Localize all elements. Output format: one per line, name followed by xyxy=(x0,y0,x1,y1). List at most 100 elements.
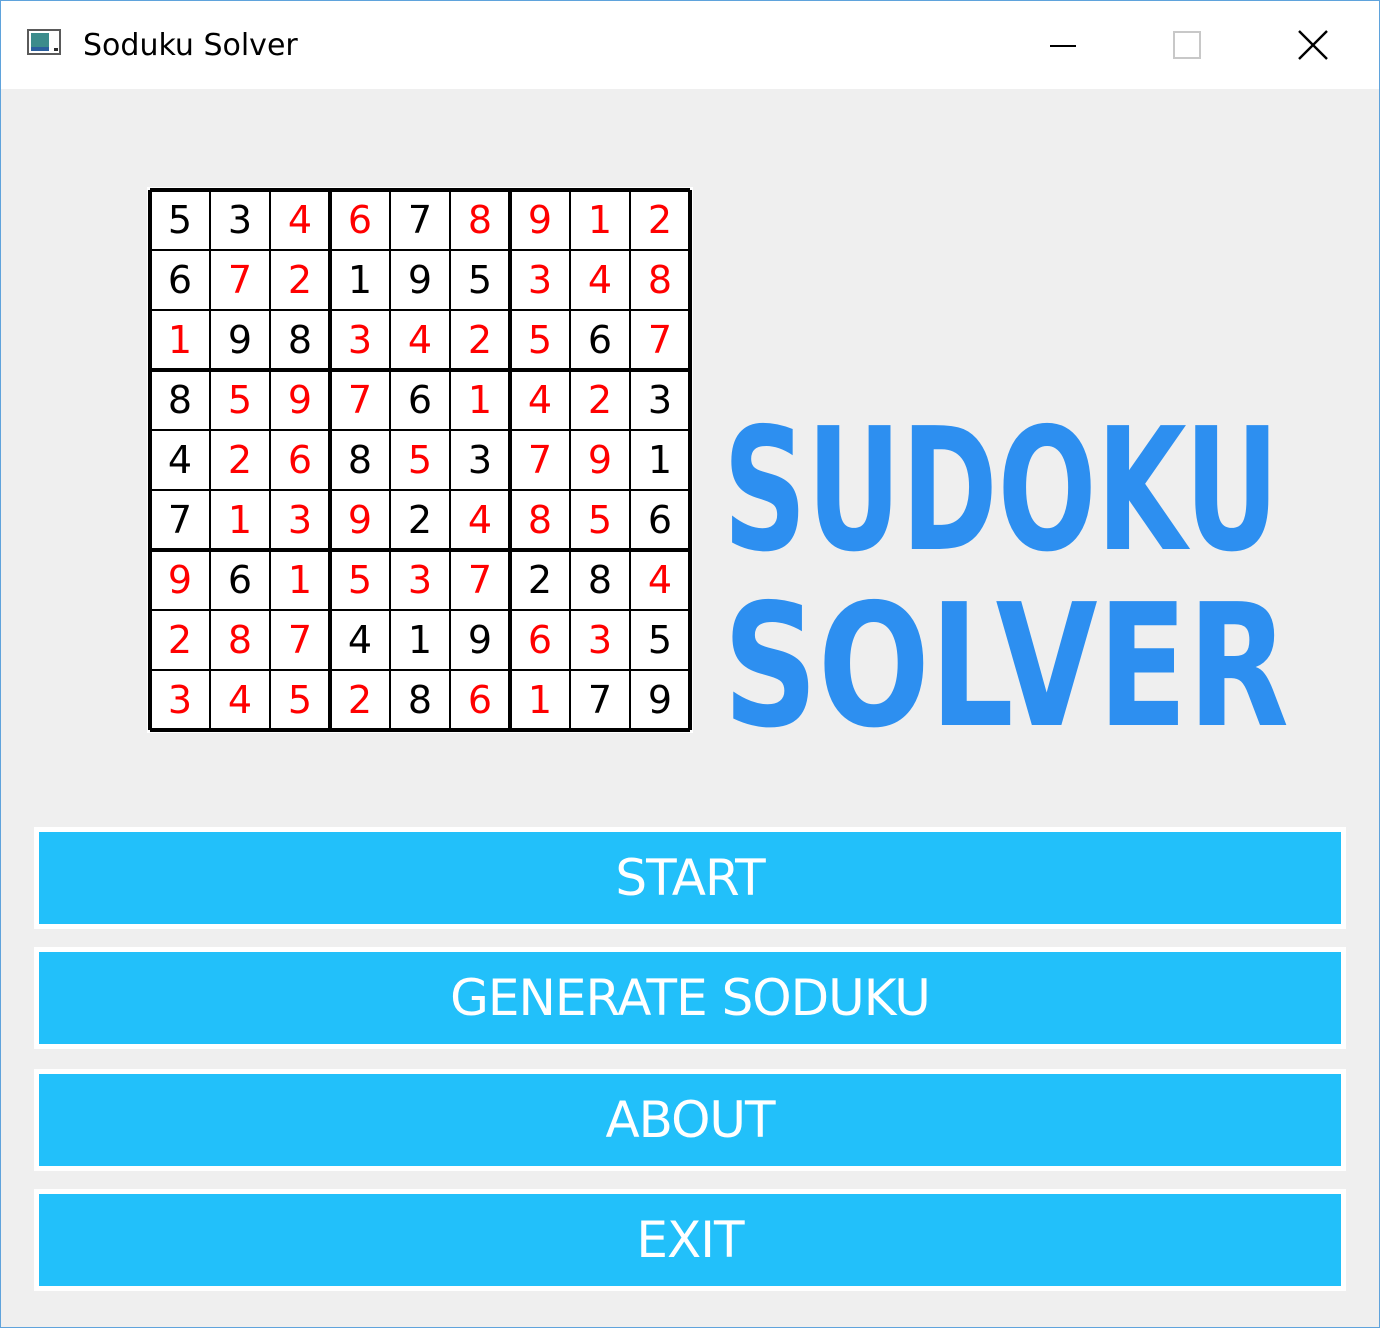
sudoku-cell-digit: 2 xyxy=(648,198,672,242)
sudoku-cell-digit: 9 xyxy=(528,198,552,242)
sudoku-cell-digit: 8 xyxy=(528,498,552,542)
sudoku-cell-digit: 4 xyxy=(588,258,612,302)
sudoku-cell-digit: 7 xyxy=(408,198,432,242)
sudoku-cell-digit: 1 xyxy=(408,618,432,662)
sudoku-cell-digit: 7 xyxy=(648,318,672,362)
maximize-button[interactable] xyxy=(1125,1,1249,89)
sudoku-cell-digit: 4 xyxy=(468,498,492,542)
sudoku-cell-digit: 1 xyxy=(648,438,672,482)
sudoku-cell-digit: 4 xyxy=(408,318,432,362)
sudoku-cell-digit: 7 xyxy=(288,618,312,662)
sudoku-cell-digit: 9 xyxy=(648,678,672,722)
sudoku-cell-digit: 5 xyxy=(168,198,192,242)
sudoku-cell-digit: 7 xyxy=(348,378,372,422)
window-title: Soduku Solver xyxy=(83,28,298,63)
sudoku-cell-digit: 4 xyxy=(288,198,312,242)
close-icon xyxy=(1298,30,1328,60)
sudoku-cell-digit: 2 xyxy=(468,318,492,362)
minimize-button[interactable] xyxy=(1001,1,1125,89)
close-button[interactable] xyxy=(1251,1,1375,89)
sudoku-cell-digit: 8 xyxy=(588,558,612,602)
sudoku-cell-digit: 2 xyxy=(408,498,432,542)
sudoku-cell-digit: 7 xyxy=(468,558,492,602)
sudoku-cell-digit: 6 xyxy=(588,318,612,362)
start-button[interactable]: START xyxy=(34,827,1346,929)
sudoku-cell-digit: 1 xyxy=(228,498,252,542)
sudoku-cell-digit: 9 xyxy=(348,498,372,542)
generate-soduku-button[interactable]: GENERATE SODUKU xyxy=(34,947,1346,1049)
sudoku-cell-digit: 5 xyxy=(408,438,432,482)
sudoku-cell-digit: 2 xyxy=(228,438,252,482)
sudoku-cell-digit: 3 xyxy=(588,618,612,662)
minimize-icon xyxy=(1050,45,1076,47)
about-button[interactable]: ABOUT xyxy=(34,1069,1346,1171)
sudoku-cell-digit: 1 xyxy=(288,558,312,602)
sudoku-cell-digit: 1 xyxy=(528,678,552,722)
sudoku-cell-digit: 9 xyxy=(168,558,192,602)
sudoku-cell-digit: 3 xyxy=(408,558,432,602)
sudoku-cell-digit: 9 xyxy=(408,258,432,302)
sudoku-cell-digit: 3 xyxy=(288,498,312,542)
sudoku-cell-digit: 4 xyxy=(528,378,552,422)
sudoku-cell-digit: 6 xyxy=(288,438,312,482)
logo-line-2: SOLVER xyxy=(723,568,1289,747)
sudoku-cell-digit: 9 xyxy=(588,438,612,482)
sudoku-cell-digit: 2 xyxy=(348,678,372,722)
sudoku-cell-digit: 7 xyxy=(168,498,192,542)
app-icon xyxy=(27,29,61,55)
sudoku-cell-digit: 5 xyxy=(228,378,252,422)
sudoku-cell-digit: 5 xyxy=(528,318,552,362)
sudoku-cell-digit: 9 xyxy=(468,618,492,662)
sudoku-cell-digit: 1 xyxy=(468,378,492,422)
title-bar[interactable]: Soduku Solver xyxy=(1,1,1379,89)
sudoku-cell-digit: 5 xyxy=(348,558,372,602)
sudoku-cell-digit: 8 xyxy=(168,378,192,422)
sudoku-cell-digit: 2 xyxy=(288,258,312,302)
sudoku-cell-digit: 5 xyxy=(288,678,312,722)
sudoku-cell-digit: 4 xyxy=(228,678,252,722)
sudoku-cell-digit: 5 xyxy=(588,498,612,542)
sudoku-cell-digit: 5 xyxy=(468,258,492,302)
sudoku-cell-digit: 7 xyxy=(228,258,252,302)
sudoku-cell-digit: 1 xyxy=(348,258,372,302)
sudoku-cell-digit: 7 xyxy=(528,438,552,482)
sudoku-cell-digit: 1 xyxy=(168,318,192,362)
sudoku-cell-digit: 5 xyxy=(648,618,672,662)
sudoku-cell-digit: 4 xyxy=(348,618,372,662)
sudoku-cell-digit: 8 xyxy=(408,678,432,722)
sudoku-cell-digit: 3 xyxy=(168,678,192,722)
sudoku-cell-digit: 2 xyxy=(528,558,552,602)
sudoku-cell-digit: 8 xyxy=(288,318,312,362)
sudoku-cell-digit: 8 xyxy=(648,258,672,302)
sudoku-cell-digit: 9 xyxy=(288,378,312,422)
sudoku-cell-digit: 3 xyxy=(648,378,672,422)
sudoku-cell-digit: 6 xyxy=(648,498,672,542)
logo-line-1: SUDOKU xyxy=(723,407,1279,590)
sudoku-cell-digit: 6 xyxy=(168,258,192,302)
sudoku-cell-digit: 2 xyxy=(588,378,612,422)
sudoku-cell-digit: 8 xyxy=(468,198,492,242)
sudoku-cell-digit: 3 xyxy=(348,318,372,362)
exit-button[interactable]: EXIT xyxy=(34,1189,1346,1291)
sudoku-cell-digit: 6 xyxy=(408,378,432,422)
sudoku-cell-digit: 4 xyxy=(648,558,672,602)
sudoku-cell-digit: 9 xyxy=(228,318,252,362)
sudoku-cell-digit: 3 xyxy=(528,258,552,302)
sudoku-cell-digit: 8 xyxy=(228,618,252,662)
app-window: Soduku Solver 53467891267219534819834256… xyxy=(0,0,1380,1328)
sudoku-cell-digit: 6 xyxy=(228,558,252,602)
sudoku-cell-digit: 6 xyxy=(348,198,372,242)
sudoku-cell-digit: 6 xyxy=(468,678,492,722)
sudoku-cell-digit: 8 xyxy=(348,438,372,482)
sudoku-cell-digit: 4 xyxy=(168,438,192,482)
main-content: 5346789126721953481983425678597614234268… xyxy=(1,89,1379,1327)
sudoku-solver-logo: SUDOKU SOLVER xyxy=(723,407,1289,747)
sudoku-cell-digit: 3 xyxy=(468,438,492,482)
sudoku-cell-digit: 7 xyxy=(588,678,612,722)
sudoku-cell-digit: 1 xyxy=(588,198,612,242)
sudoku-cell-digit: 6 xyxy=(528,618,552,662)
sudoku-cell-digit: 3 xyxy=(228,198,252,242)
sudoku-cell-digit: 2 xyxy=(168,618,192,662)
sudoku-grid-image: 5 3 4 6 7 8 9 1 26 7 2 1 9 5 3 4 81 9 8 3 4 2 5 6 78 5 9 7 6 1 4 2 34 2 6 8… xyxy=(147,187,693,733)
maximize-icon xyxy=(1173,31,1201,59)
